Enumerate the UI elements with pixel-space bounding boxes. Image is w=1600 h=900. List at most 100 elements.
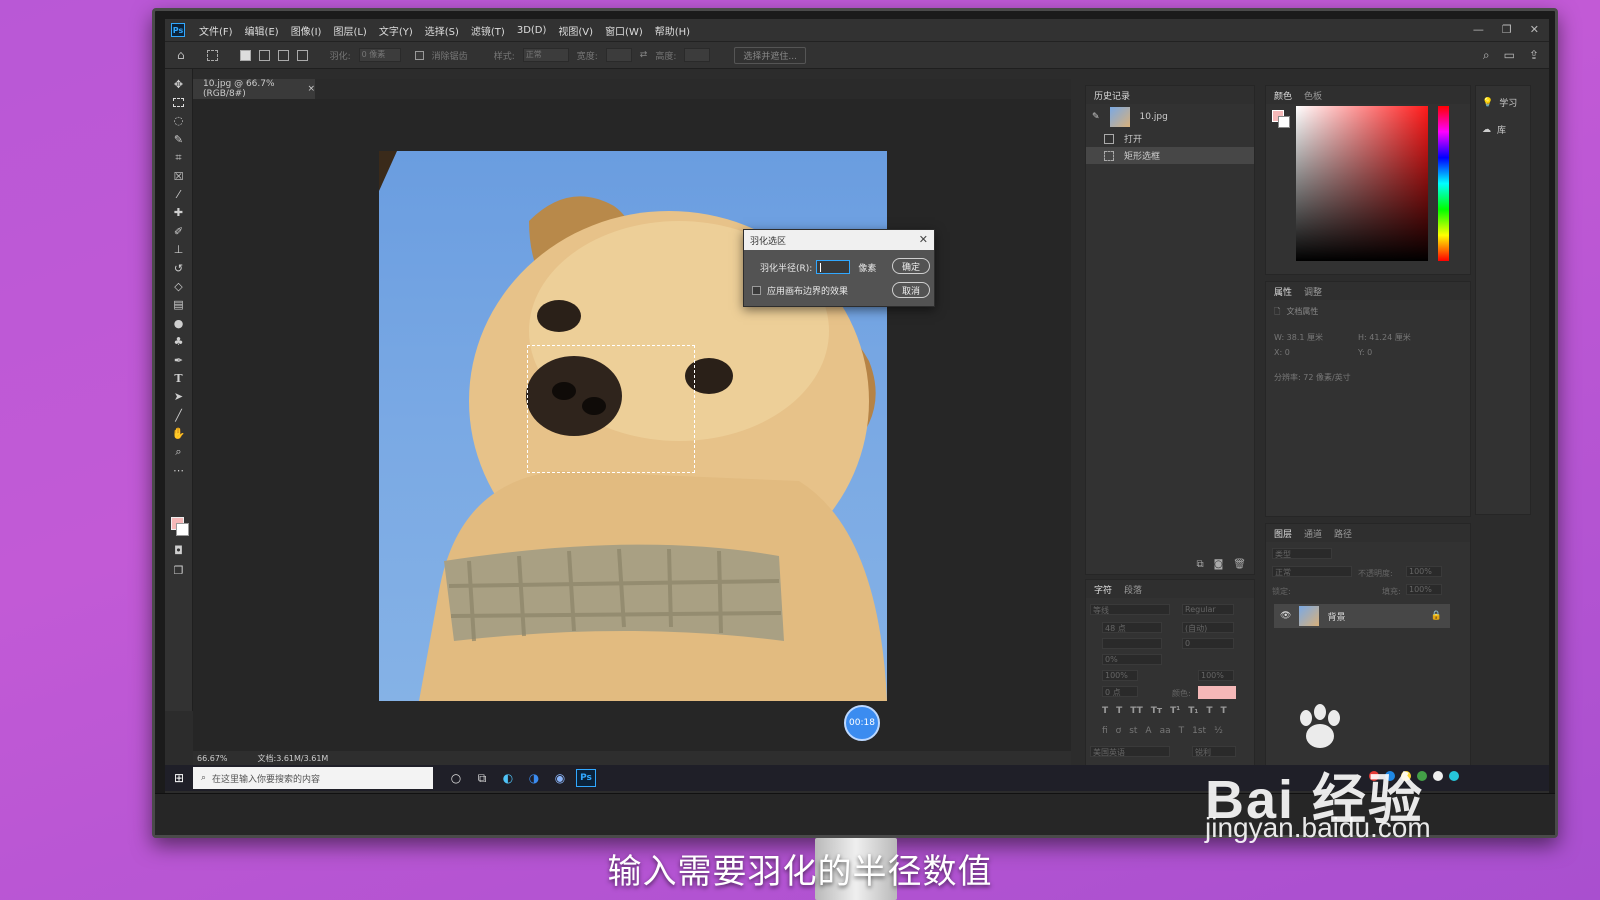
- menu-3d[interactable]: 3D(D): [511, 25, 553, 36]
- menu-view[interactable]: 视图(V): [552, 23, 599, 38]
- antialias-checkbox[interactable]: [414, 50, 424, 60]
- close-icon[interactable]: ✕: [1530, 23, 1539, 36]
- fractions-icon[interactable]: ½: [1214, 726, 1223, 736]
- browser-icon[interactable]: ◐: [495, 767, 521, 789]
- camera-icon[interactable]: ◙: [1214, 559, 1224, 570]
- history-brush-tool-icon[interactable]: ↺: [169, 259, 189, 277]
- edge-icon[interactable]: ◑: [521, 767, 547, 789]
- layer-kind-filter[interactable]: 类型: [1272, 548, 1332, 559]
- document-tab[interactable]: 10.jpg @ 66.7%(RGB/8#) ×: [193, 79, 315, 99]
- marquee-tool-icon[interactable]: [169, 93, 189, 111]
- tab-layers[interactable]: 图层: [1274, 527, 1292, 540]
- photoshop-taskbar-icon[interactable]: Ps: [576, 769, 596, 787]
- eraser-tool-icon[interactable]: ◇: [169, 277, 189, 295]
- small-caps-icon[interactable]: Tт: [1151, 706, 1162, 716]
- new-selection-icon[interactable]: [239, 49, 251, 61]
- menu-image[interactable]: 图像(I): [285, 23, 328, 38]
- zoom-level[interactable]: 66.67%: [197, 754, 228, 763]
- trash-icon[interactable]: 🗑: [1233, 559, 1246, 570]
- quick-mask-icon[interactable]: ◘: [169, 541, 189, 559]
- new-document-from-state-icon[interactable]: ⧉: [1196, 559, 1203, 570]
- tray-app-icon[interactable]: [1433, 771, 1443, 781]
- font-size-field[interactable]: 48 点: [1102, 622, 1162, 633]
- gradient-tool-icon[interactable]: ▤: [169, 296, 189, 314]
- eye-icon[interactable]: 👁: [1280, 611, 1291, 621]
- menu-window[interactable]: 窗口(W): [599, 23, 649, 38]
- layer-row-background[interactable]: 👁 背景 🔒: [1274, 604, 1450, 628]
- add-selection-icon[interactable]: [258, 49, 270, 61]
- tab-close-icon[interactable]: ×: [307, 84, 315, 94]
- stamp-tool-icon[interactable]: ⊥: [169, 241, 189, 259]
- style-select[interactable]: 正常: [522, 48, 569, 62]
- move-tool-icon[interactable]: ✥: [169, 75, 189, 93]
- windows-start-icon[interactable]: ⊞: [165, 771, 193, 785]
- subscript-icon[interactable]: T₁: [1188, 706, 1198, 716]
- screen-mode-icon[interactable]: ❐: [169, 561, 189, 579]
- select-and-mask-button[interactable]: 选择并遮住...: [734, 46, 806, 64]
- tab-history[interactable]: 历史记录: [1094, 89, 1130, 102]
- horizontal-scale-field[interactable]: 100%: [1198, 670, 1234, 681]
- dialog-close-icon[interactable]: ✕: [919, 233, 928, 246]
- width-input[interactable]: [605, 48, 632, 62]
- menu-layer[interactable]: 图层(L): [327, 23, 372, 38]
- leading-field[interactable]: (自动): [1182, 622, 1234, 633]
- history-item-marquee[interactable]: 矩形选框: [1086, 147, 1254, 164]
- minimize-icon[interactable]: —: [1473, 23, 1484, 36]
- feather-input[interactable]: 0 像素: [358, 48, 401, 62]
- font-style-select[interactable]: Regular: [1182, 604, 1234, 615]
- blend-mode-select[interactable]: 正常: [1272, 566, 1352, 577]
- home-icon[interactable]: ⌂: [177, 48, 185, 62]
- strikethrough-icon[interactable]: T: [1220, 706, 1226, 716]
- restore-icon[interactable]: ❐: [1502, 23, 1512, 36]
- healing-tool-icon[interactable]: ✚: [169, 204, 189, 222]
- tab-character[interactable]: 字符: [1094, 583, 1112, 596]
- hand-tool-icon[interactable]: ✋: [169, 424, 189, 442]
- tsume-field[interactable]: 0%: [1102, 654, 1162, 665]
- menu-select[interactable]: 选择(S): [419, 23, 465, 38]
- marquee-preset-icon[interactable]: [206, 49, 218, 61]
- menu-type[interactable]: 文字(Y): [373, 23, 419, 38]
- height-input[interactable]: [684, 48, 711, 62]
- tab-channels[interactable]: 通道: [1304, 527, 1322, 540]
- tab-adjustments[interactable]: 调整: [1304, 285, 1322, 298]
- menu-filter[interactable]: 滤镜(T): [465, 23, 511, 38]
- tab-swatches[interactable]: 色板: [1304, 89, 1322, 102]
- fill-field[interactable]: 100%: [1406, 584, 1442, 595]
- underline-icon[interactable]: T: [1206, 706, 1212, 716]
- zoom-tool-icon[interactable]: ⌕: [169, 443, 189, 461]
- menu-help[interactable]: 帮助(H): [649, 23, 696, 38]
- swash-icon[interactable]: ơ: [1116, 726, 1122, 736]
- rectangular-selection[interactable]: [527, 345, 695, 473]
- tab-color[interactable]: 颜色: [1274, 89, 1292, 102]
- subtract-selection-icon[interactable]: [277, 49, 289, 61]
- tab-paths[interactable]: 路径: [1334, 527, 1352, 540]
- cortana-icon[interactable]: ○: [443, 767, 469, 789]
- opacity-field[interactable]: 100%: [1406, 566, 1442, 577]
- workspace-icon[interactable]: ▭: [1504, 48, 1515, 63]
- ligature-icon[interactable]: fi: [1102, 726, 1108, 736]
- faux-bold-icon[interactable]: T: [1102, 706, 1108, 716]
- path-select-tool-icon[interactable]: ➤: [169, 388, 189, 406]
- font-family-select[interactable]: 等线: [1090, 604, 1170, 615]
- text-color-swatch[interactable]: [1198, 686, 1236, 699]
- learn-item[interactable]: 💡 学习: [1476, 86, 1530, 110]
- quick-select-tool-icon[interactable]: ✎: [169, 130, 189, 148]
- stylistic-icon[interactable]: aa: [1160, 726, 1171, 736]
- ordinal-icon[interactable]: T: [1179, 726, 1185, 736]
- eyedropper-tool-icon[interactable]: ⁄: [169, 185, 189, 203]
- frame-tool-icon[interactable]: ☒: [169, 167, 189, 185]
- tracking-field[interactable]: 0: [1182, 638, 1234, 649]
- kerning-field[interactable]: [1102, 638, 1162, 649]
- line-tool-icon[interactable]: ╱: [169, 406, 189, 424]
- task-view-icon[interactable]: ⧉: [469, 767, 495, 789]
- more-tools-icon[interactable]: ⋯: [169, 461, 189, 479]
- color-bg-swatch[interactable]: [1278, 116, 1290, 128]
- discretionary-icon[interactable]: st: [1129, 726, 1137, 736]
- ordinals-icon[interactable]: 1st: [1192, 726, 1206, 736]
- cancel-button[interactable]: 取消: [892, 282, 930, 298]
- history-snapshot[interactable]: ✎ 10.jpg: [1086, 104, 1254, 130]
- taskbar-search[interactable]: ⌕ 在这里输入你要搜索的内容: [193, 767, 433, 789]
- lasso-tool-icon[interactable]: ◌: [169, 112, 189, 130]
- type-tool-icon[interactable]: T: [169, 369, 189, 387]
- superscript-icon[interactable]: T¹: [1170, 706, 1180, 716]
